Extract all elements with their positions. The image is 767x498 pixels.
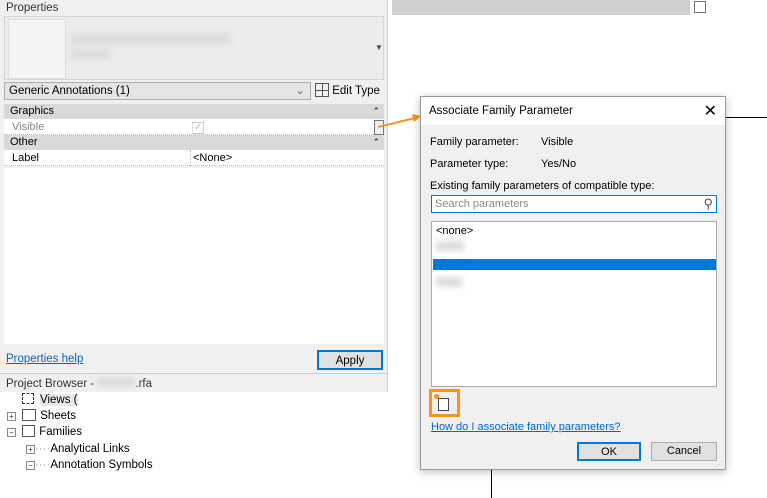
families-icon xyxy=(22,425,36,437)
tree-label: Analytical Links xyxy=(50,443,130,455)
family-parameter-value: Visible xyxy=(541,136,574,148)
dialog-title: Associate Family Parameter xyxy=(429,105,573,117)
cancel-button[interactable]: Cancel xyxy=(651,442,717,461)
existing-parameters-label: Existing family parameters of compatible… xyxy=(430,180,655,192)
filename-blurred xyxy=(97,377,136,387)
collapse-icon[interactable]: − xyxy=(7,428,16,437)
edit-type-button[interactable]: Edit Type xyxy=(315,82,383,100)
property-row-label: Label <None> xyxy=(4,150,384,166)
property-label: Visible xyxy=(12,121,45,133)
properties-title: Properties xyxy=(6,2,59,14)
file-suffix: .rfa xyxy=(135,378,153,390)
type-preview[interactable]: ▼ xyxy=(4,16,384,80)
views-icon xyxy=(22,393,34,404)
dropdown-arrow-icon[interactable]: ▼ xyxy=(375,43,383,52)
dialog-titlebar: Associate Family Parameter ✕ xyxy=(421,97,725,125)
type-thumbnail xyxy=(8,19,66,79)
tree-label: Views ( xyxy=(40,394,78,406)
list-item-selected[interactable] xyxy=(433,259,716,270)
canvas-line xyxy=(726,117,767,118)
properties-help-link[interactable]: Properties help xyxy=(6,353,83,365)
section-label: Graphics xyxy=(10,105,55,117)
help-link[interactable]: How do I associate family parameters? xyxy=(431,421,621,433)
close-icon[interactable]: ✕ xyxy=(704,101,717,121)
sheet-icon[interactable] xyxy=(694,1,706,13)
section-other[interactable]: Other ⌃ xyxy=(4,135,384,150)
tree-item-sheets[interactable]: + Sheets xyxy=(7,408,76,424)
tree-label: Annotation Symbols xyxy=(50,459,153,471)
project-browser-title: Project Browser - .rfa xyxy=(6,377,152,390)
sheets-icon xyxy=(22,409,37,421)
property-grid: Graphics ⌃ Visible ✓ Other ⌃ Label <None> xyxy=(4,104,384,166)
list-item-blurred[interactable] xyxy=(436,241,464,251)
properties-panel: Properties ▼ Generic Annotations (1) ⌄ E… xyxy=(0,0,388,498)
expand-icon[interactable]: + xyxy=(26,445,35,454)
resize-grip-icon[interactable]: ⋰ xyxy=(715,460,723,469)
edit-type-label: Edit Type xyxy=(332,85,380,97)
tree-item-annotation-symbols[interactable]: − ····Annotation Symbols xyxy=(26,457,153,473)
property-label: Label xyxy=(12,152,39,164)
collapse-icon[interactable]: ⌃ xyxy=(372,135,380,150)
callout-arrow-icon xyxy=(377,114,421,128)
tree-item-analytical-links[interactable]: + ····Analytical Links xyxy=(26,441,130,457)
section-label: Other xyxy=(10,136,38,148)
tree-label: Families xyxy=(39,426,83,438)
divider xyxy=(0,373,388,374)
ok-button[interactable]: OK xyxy=(577,442,641,461)
family-parameter-label: Family parameter: xyxy=(430,136,519,148)
type-name-blurred xyxy=(70,33,230,45)
parameter-type-label: Parameter type: xyxy=(430,158,509,170)
new-parameter-icon xyxy=(438,398,449,411)
type-subname-blurred xyxy=(70,49,110,59)
parameter-type-value: Yes/No xyxy=(541,158,577,170)
label-value[interactable]: <None> xyxy=(190,150,232,166)
visible-checkbox[interactable]: ✓ xyxy=(192,122,204,134)
apply-button[interactable]: Apply xyxy=(317,350,383,370)
property-row-visible: Visible ✓ xyxy=(4,119,384,135)
property-blank-area xyxy=(4,168,384,344)
tree-item-views[interactable]: Views ( xyxy=(22,392,78,408)
expand-icon[interactable]: + xyxy=(7,412,16,421)
edit-type-icon xyxy=(315,83,329,97)
type-selector-value: Generic Annotations (1) xyxy=(9,85,130,97)
search-parameters-input[interactable]: Search parameters ⚲ xyxy=(431,195,717,213)
search-icon: ⚲ xyxy=(703,196,713,211)
star-icon xyxy=(434,394,439,399)
list-item-blurred[interactable] xyxy=(436,277,462,287)
project-browser-title-text: Project Browser - xyxy=(6,378,98,390)
view-tab-bar[interactable] xyxy=(392,0,690,15)
list-item-none[interactable]: <none> xyxy=(436,225,473,237)
parameter-list[interactable]: <none> xyxy=(431,221,717,387)
section-graphics[interactable]: Graphics ⌃ xyxy=(4,104,384,119)
tree-item-families[interactable]: − Families xyxy=(7,424,82,440)
chevron-down-icon: ⌄ xyxy=(295,85,305,97)
type-selector[interactable]: Generic Annotations (1) ⌄ xyxy=(4,82,311,100)
canvas-line xyxy=(491,470,492,498)
new-parameter-button[interactable] xyxy=(429,389,460,417)
tree-label: Sheets xyxy=(40,410,77,422)
collapse-icon[interactable]: − xyxy=(26,461,35,470)
search-placeholder: Search parameters xyxy=(435,198,529,210)
project-browser-tree: Views ( + Sheets − Families + ····Analyti… xyxy=(0,392,388,498)
associate-family-parameter-dialog: Associate Family Parameter ✕ Family para… xyxy=(420,96,726,470)
